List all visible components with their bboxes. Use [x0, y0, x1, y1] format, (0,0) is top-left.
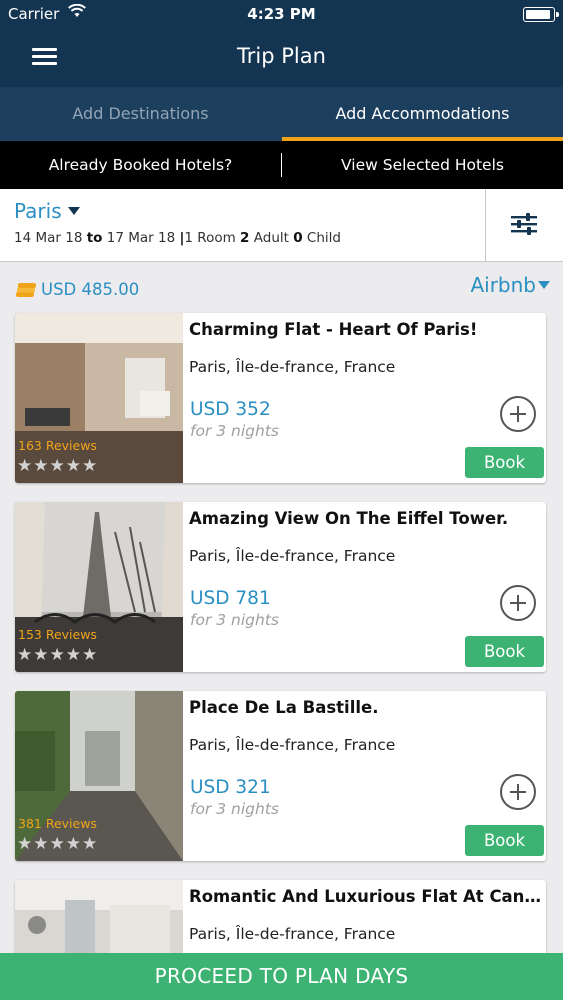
coins-icon: [16, 283, 36, 297]
add-plus-icon[interactable]: [500, 585, 536, 621]
to-date: 17 Mar 18: [106, 230, 176, 246]
star-rating: ★★★★★: [17, 834, 99, 854]
listing-title: Place De La Bastille.: [189, 698, 379, 717]
listing-photo: 381 Reviews ★★★★★: [15, 691, 183, 861]
listing-nights: for 3 nights: [190, 800, 279, 818]
already-booked-hotels-link[interactable]: Already Booked Hotels?: [0, 141, 281, 189]
review-count: 153 Reviews: [18, 627, 97, 642]
listing-nights: for 3 nights: [190, 422, 279, 440]
clock: 4:23 PM: [247, 5, 316, 23]
page-title: Trip Plan: [237, 44, 326, 68]
review-count: 381 Reviews: [18, 816, 97, 831]
add-plus-icon[interactable]: [500, 774, 536, 810]
listing-title: Amazing View On The Eiffel Tower.: [189, 509, 509, 528]
star-rating: ★★★★★: [17, 456, 99, 476]
listing-location: Paris, Île-de-france, France: [189, 358, 396, 376]
filter-button[interactable]: [485, 189, 563, 261]
trip-details: 14 Mar 18 to 17 Mar 18 |1 Room 2 Adult 0…: [14, 230, 341, 246]
caret-down-icon: [67, 207, 80, 215]
book-button[interactable]: Book: [465, 636, 544, 667]
listing-location: Paris, Île-de-france, France: [189, 736, 396, 754]
rooms-label: Room: [197, 230, 236, 246]
tab-add-destinations[interactable]: Add Destinations: [0, 87, 281, 141]
provider-label: Airbnb: [470, 273, 536, 297]
tab-add-accommodations[interactable]: Add Accommodations: [282, 87, 563, 141]
battery-icon: [523, 7, 559, 22]
nav-bar: Trip Plan: [0, 28, 563, 87]
listing-card[interactable]: 381 Reviews ★★★★★ Place De La Bastille. …: [15, 691, 546, 861]
tab-bar: Add Destinations Add Accommodations: [0, 87, 563, 141]
sliders-icon: [511, 213, 537, 235]
listing-price: USD 352: [190, 399, 271, 420]
listing-location: Paris, Île-de-france, France: [189, 925, 396, 943]
status-bar: Carrier 4:23 PM: [0, 0, 563, 28]
book-button[interactable]: Book: [465, 447, 544, 478]
to-word: to: [86, 230, 103, 246]
budget-amount: USD 485.00: [41, 280, 140, 299]
listing-nights: for 3 nights: [190, 611, 279, 629]
listing-title: Charming Flat - Heart Of Paris!: [189, 320, 478, 339]
adults-label: Adult: [253, 230, 289, 246]
from-date: 14 Mar 18: [14, 230, 83, 246]
hotel-actions-bar: Already Booked Hotels? View Selected Hot…: [0, 141, 563, 189]
listing-photo: 153 Reviews ★★★★★: [15, 502, 183, 672]
book-button[interactable]: Book: [465, 825, 544, 856]
view-selected-hotels-link[interactable]: View Selected Hotels: [282, 141, 563, 189]
add-plus-icon[interactable]: [500, 396, 536, 432]
listing-card[interactable]: 163 Reviews ★★★★★ Charming Flat - Heart …: [15, 313, 546, 483]
city-selector[interactable]: Paris: [14, 199, 80, 223]
proceed-to-plan-days-button[interactable]: PROCEED TO PLAN DAYS: [0, 953, 563, 1000]
star-rating: ★★★★★: [17, 645, 99, 665]
review-count: 163 Reviews: [18, 438, 97, 453]
caret-down-icon: [538, 281, 550, 289]
tab-add-accommodations-label: Add Accommodations: [335, 104, 510, 123]
children-label: Child: [306, 230, 341, 246]
search-summary: Paris 14 Mar 18 to 17 Mar 18 |1 Room 2 A…: [0, 189, 563, 262]
listing-price: USD 781: [190, 588, 271, 609]
listing-location: Paris, Île-de-france, France: [189, 547, 396, 565]
listing-photo: 163 Reviews ★★★★★: [15, 313, 183, 483]
city-label: Paris: [14, 199, 62, 223]
provider-selector[interactable]: Airbnb: [470, 273, 550, 297]
children-count: 0: [293, 230, 303, 246]
listing-title: Romantic And Luxurious Flat At Canal Sai…: [189, 887, 541, 906]
rooms-count: 1: [184, 230, 193, 246]
listing-card[interactable]: 153 Reviews ★★★★★ Amazing View On The Ei…: [15, 502, 546, 672]
adults-count: 2: [240, 230, 250, 246]
listing-price: USD 321: [190, 777, 271, 798]
